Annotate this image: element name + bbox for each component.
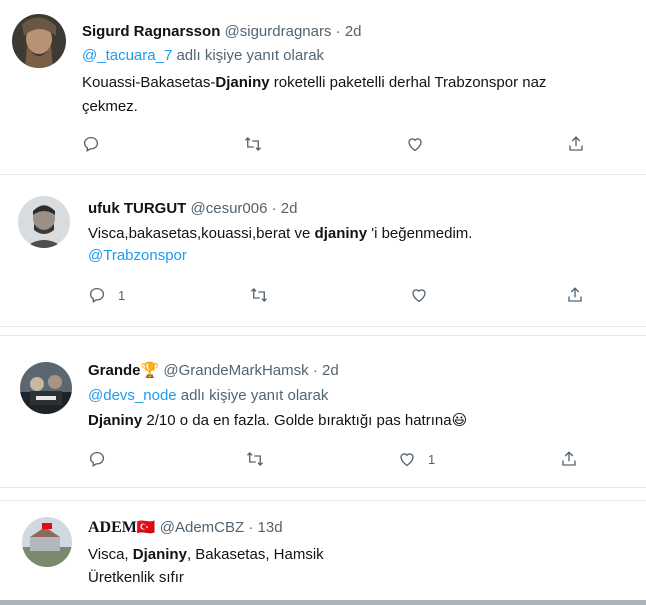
dot-separator: · <box>271 200 277 217</box>
tweet-header: Grande🏆 @GrandeMarkHamsk · 2d <box>88 361 339 381</box>
user-handle[interactable]: @AdemCBZ <box>160 519 244 536</box>
dot-separator: · <box>248 519 254 536</box>
smile-emoji: 😃 <box>451 412 468 429</box>
reply-icon <box>89 287 105 303</box>
reply-label: adlı kişiye yanıt olarak <box>172 47 325 64</box>
trophy-emoji: 🏆 <box>140 362 160 379</box>
reply-context: @devs_node adlı kişiye yanıt olarak <box>88 386 328 406</box>
reply-label: adlı kişiye yanıt olarak <box>176 387 329 404</box>
text-part: Kouassi-Bakasetas- <box>82 74 216 91</box>
retweet-button[interactable] <box>250 286 268 304</box>
tweet-divider <box>0 326 646 327</box>
text-part: , Bakasetas, Hamsik <box>186 546 324 563</box>
retweet-icon <box>251 288 267 302</box>
text-highlight: djaniny <box>314 225 368 242</box>
reply-icon <box>83 136 99 152</box>
display-name[interactable]: ADEM <box>88 519 137 536</box>
tweet-divider <box>0 500 646 501</box>
text-part: Visca,bakasetas,kouassi,berat ve <box>88 225 315 242</box>
reply-button[interactable] <box>82 135 112 153</box>
tweet-divider <box>0 487 646 488</box>
timestamp[interactable]: 2d <box>322 362 339 379</box>
avatar-adem[interactable] <box>22 517 72 567</box>
retweet-icon <box>245 137 261 151</box>
like-button[interactable] <box>410 286 440 304</box>
share-button[interactable] <box>566 286 584 304</box>
tweet-header: ufuk TURGUT @cesur006 · 2d <box>88 199 297 219</box>
dot-separator: · <box>335 23 341 40</box>
timestamp[interactable]: 2d <box>281 200 298 217</box>
user-handle[interactable]: @sigurdragnars <box>225 23 332 40</box>
user-handle[interactable]: @GrandeMarkHamsk <box>163 362 308 379</box>
text-part: Visca, <box>88 546 133 563</box>
retweet-icon <box>247 452 263 466</box>
text-part: 'i beğenmedim. <box>367 225 473 242</box>
like-button[interactable]: 1 <box>398 450 435 468</box>
reply-icon <box>89 451 105 467</box>
display-name[interactable]: Grande <box>88 362 141 379</box>
tweet-text-line-2: Üretkenlik sıfır <box>88 569 184 586</box>
text-highlight: Djaniny <box>132 546 187 563</box>
share-icon <box>562 451 576 466</box>
tweet-header: ADEM🇹🇷 @AdemCBZ · 13d <box>88 518 283 538</box>
like-icon <box>412 289 426 303</box>
like-count: 1 <box>428 451 436 467</box>
timestamp[interactable]: 13d <box>258 519 283 536</box>
share-icon <box>568 287 582 302</box>
tweet-text-line-1: Visca,bakasetas,kouassi,berat ve djaniny… <box>88 224 472 244</box>
tweet-text-line-2: çekmez. <box>82 98 138 115</box>
dot-separator: · <box>312 362 318 379</box>
like-button[interactable] <box>406 135 436 153</box>
mention-link[interactable]: @Trabzonspor <box>88 246 187 266</box>
display-name[interactable]: Sigurd Ragnarsson <box>82 23 220 40</box>
timestamp[interactable]: 2d <box>345 23 362 40</box>
text-highlight: Djaniny <box>215 74 270 91</box>
reply-button[interactable] <box>88 450 118 468</box>
tweet-header: Sigurd Ragnarsson @sigurdragnars · 2d <box>82 22 362 42</box>
avatar-grande[interactable] <box>20 362 72 414</box>
avatar-sigurd[interactable] <box>12 14 66 68</box>
like-icon <box>400 453 414 467</box>
tweet-text-line-1: Kouassi-Bakasetas-Djaniny roketelli pake… <box>82 73 546 93</box>
share-button[interactable] <box>567 135 585 153</box>
turkey-flag-emoji: 🇹🇷 <box>136 519 156 536</box>
retweet-button[interactable] <box>246 450 264 468</box>
tweet-divider <box>0 335 646 336</box>
reply-count: 1 <box>118 287 126 303</box>
text-part: roketelli paketelli derhal Trabzonspor n… <box>269 74 547 91</box>
reply-context: @_tacuara_7 adlı kişiye yanıt olarak <box>82 46 324 66</box>
reply-button[interactable]: 1 <box>88 286 125 304</box>
share-button[interactable] <box>560 450 578 468</box>
share-icon <box>569 136 583 151</box>
reply-to-handle[interactable]: @_tacuara_7 <box>82 47 172 64</box>
reply-to-handle[interactable]: @devs_node <box>88 387 177 404</box>
like-icon <box>408 138 422 152</box>
avatar-ufuk[interactable] <box>18 196 70 248</box>
tweet-text-line-1: Djaniny 2/10 o da en fazla. Golde bırakt… <box>88 411 467 431</box>
retweet-button[interactable] <box>244 135 262 153</box>
text-highlight: Djaniny <box>88 412 143 429</box>
display-name[interactable]: ufuk TURGUT <box>88 200 186 217</box>
tweet-divider <box>0 174 646 175</box>
text-part: 2/10 o da en fazla. Golde bıraktığı pas … <box>142 412 452 429</box>
user-handle[interactable]: @cesur006 <box>191 200 268 217</box>
bottom-scroll-edge <box>0 600 646 605</box>
tweet-text-line-1: Visca, Djaniny, Bakasetas, Hamsik <box>88 545 324 565</box>
